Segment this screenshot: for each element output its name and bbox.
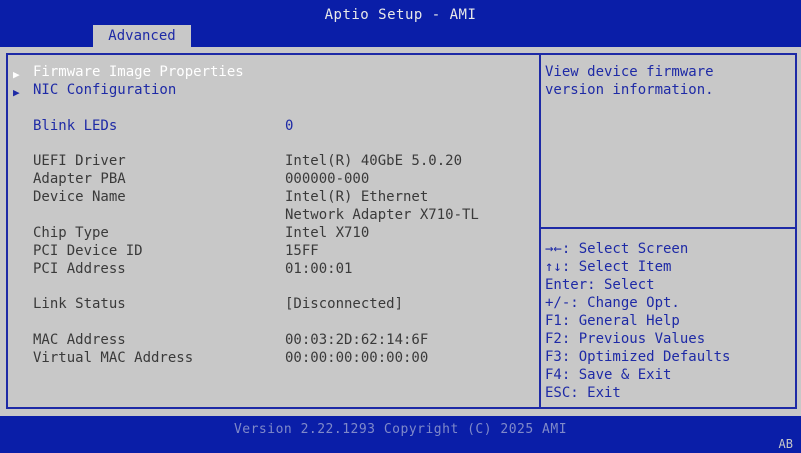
pci-address-value: 01:00:01 <box>285 261 353 277</box>
key-f3: F3: Optimized Defaults <box>545 349 731 365</box>
blink-leds-label[interactable]: Blink LEDs <box>33 118 117 134</box>
link-status-value: [Disconnected] <box>285 296 404 312</box>
key-legend: →←: Select Screen ↑↓: Select Item Enter:… <box>545 240 795 402</box>
link-status-label: Link Status <box>33 296 126 312</box>
corner-code: AB <box>778 437 793 451</box>
uefi-driver-label: UEFI Driver <box>33 153 126 169</box>
blink-leds-value[interactable]: 0 <box>285 118 293 134</box>
uefi-driver-value: Intel(R) 40GbE 5.0.20 <box>285 153 463 169</box>
device-name-value-1: Intel(R) Ethernet <box>285 189 429 205</box>
key-change-opt: +/-: Change Opt. <box>545 295 680 311</box>
virtual-mac-label: Virtual MAC Address <box>33 350 194 366</box>
help-divider <box>539 53 541 409</box>
pci-device-id-value: 15FF <box>285 243 319 259</box>
menu-nic-configuration[interactable]: NIC Configuration <box>33 82 176 98</box>
key-f2: F2: Previous Values <box>545 331 706 347</box>
key-enter: Enter: Select <box>545 277 655 293</box>
pci-address-label: PCI Address <box>33 261 126 277</box>
submenu-arrow-icon: ▶ <box>13 68 20 81</box>
help-panel: View device firmware version information… <box>545 63 785 99</box>
key-select-item: ↑↓: Select Item <box>545 259 672 275</box>
setup-title: Aptio Setup - AMI <box>324 7 477 23</box>
tab-advanced[interactable]: Advanced <box>93 25 191 47</box>
virtual-mac-value: 00:00:00:00:00:00 <box>285 350 429 366</box>
menu-firmware-image-properties[interactable]: Firmware Image Properties <box>33 64 244 80</box>
key-f1: F1: General Help <box>545 313 680 329</box>
adapter-pba-value: 000000-000 <box>285 171 370 187</box>
chip-type-label: Chip Type <box>33 225 109 241</box>
key-f4: F4: Save & Exit <box>545 367 672 383</box>
pci-device-id-label: PCI Device ID <box>33 243 143 259</box>
help-line: version information. <box>545 82 714 98</box>
mac-address-label: MAC Address <box>33 332 126 348</box>
help-line: View device firmware <box>545 64 714 80</box>
keys-divider <box>539 227 797 229</box>
submenu-arrow-icon: ▶ <box>13 86 20 99</box>
key-select-screen: →←: Select Screen <box>545 241 689 257</box>
device-name-value-2: Network Adapter X710-TL <box>285 207 479 223</box>
adapter-pba-label: Adapter PBA <box>33 171 126 187</box>
bios-screen: Aptio Setup - AMI Advanced ▶ Firmware Im… <box>0 0 801 453</box>
device-name-label: Device Name <box>33 189 126 205</box>
chip-type-value: Intel X710 <box>285 225 370 241</box>
mac-address-value: 00:03:2D:62:14:6F <box>285 332 429 348</box>
key-esc: ESC: Exit <box>545 385 621 401</box>
version-text: Version 2.22.1293 Copyright (C) 2025 AMI <box>233 422 568 437</box>
